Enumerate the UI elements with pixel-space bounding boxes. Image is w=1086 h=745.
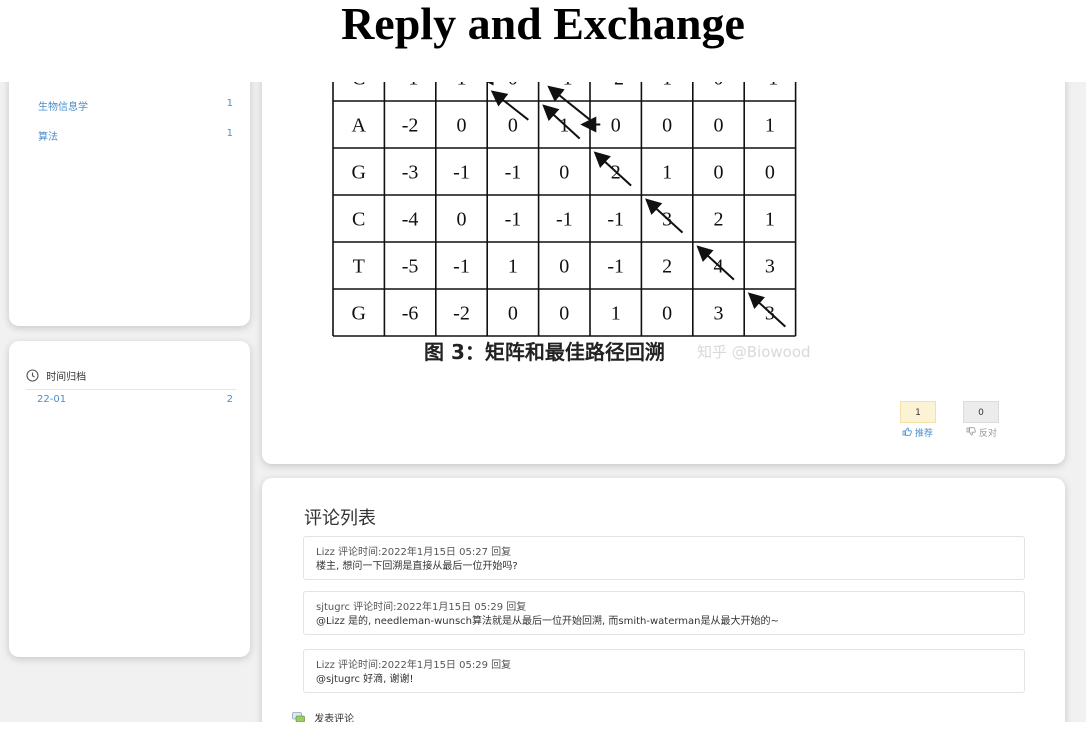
matrix-cell: -2 — [402, 115, 419, 137]
matrix-cell: 1 — [611, 303, 621, 325]
matrix-cell: 0 — [457, 115, 467, 137]
matrix-cell: 0 — [559, 303, 569, 325]
archive-header: 时间归档 — [26, 368, 236, 390]
clock-icon — [26, 369, 39, 385]
matrix-cell: -1 — [556, 82, 573, 90]
matrix-cell: -1 — [607, 209, 624, 231]
matrix-cell: 0 — [662, 303, 672, 325]
matrix-cell: -1 — [505, 209, 522, 231]
post-comment-link[interactable]: 发表评论 — [292, 710, 354, 722]
matrix-cell: -1 — [453, 162, 470, 184]
comment-body: @Lizz 是的, needleman-wunsch算法就是从最后一位开始回溯,… — [316, 616, 779, 627]
comment-item: Lizz 评论时间:2022年1月15日 05:29 回复 @sjtugrc 好… — [303, 649, 1025, 693]
comment-item: sjtugrc 评论时间:2022年1月15日 05:29 回复 @Lizz 是… — [303, 591, 1025, 635]
matrix-cell: 0 — [457, 209, 467, 231]
post-comment-label: 发表评论 — [314, 714, 355, 722]
matrix-cell: 2 — [662, 256, 672, 278]
recommend-label: 推荐 — [914, 429, 933, 439]
recommend-count: 1 — [900, 401, 936, 423]
oppose-button[interactable]: 反对 — [966, 426, 997, 439]
matrix-cell: 0 — [559, 256, 569, 278]
matrix-cell: 3 — [714, 303, 724, 325]
matrix-cell: 0 — [508, 303, 518, 325]
comment-meta[interactable]: sjtugrc 评论时间:2022年1月15日 05:29 回复 — [316, 598, 526, 613]
comments-panel: 评论列表 Lizz 评论时间:2022年1月15日 05:27 回复 楼主, 想… — [262, 478, 1065, 722]
archive-title: 时间归档 — [46, 372, 87, 383]
comment-meta[interactable]: Lizz 评论时间:2022年1月15日 05:29 回复 — [316, 656, 511, 671]
oppose-count: 0 — [963, 401, 999, 423]
comment-meta[interactable]: Lizz 评论时间:2022年1月15日 05:27 回复 — [316, 543, 511, 558]
matrix-cell: 0 — [559, 162, 569, 184]
comment-bubble-icon — [292, 712, 305, 722]
oppose-label: 反对 — [978, 429, 997, 439]
matrix-cell: -1 — [607, 256, 624, 278]
matrix-cell: -1 — [556, 209, 573, 231]
matrix-cell: 0 — [765, 162, 775, 184]
comment-body: @sjtugrc 好滴, 谢谢! — [316, 674, 414, 685]
category-label: 算法 — [38, 132, 58, 143]
matrix-cell: 3 — [765, 256, 775, 278]
matrix-cell: 0 — [508, 82, 518, 90]
matrix-cell: 0 — [662, 115, 672, 137]
comment-item: Lizz 评论时间:2022年1月15日 05:27 回复 楼主, 想问一下回溯… — [303, 536, 1025, 580]
matrix-cell: 2 — [714, 209, 724, 231]
matrix-cell: -1 — [453, 256, 470, 278]
category-item[interactable]: 生物信息学 1 — [38, 98, 233, 116]
category-item[interactable]: 算法 1 — [38, 128, 233, 146]
page-screenshot: 生物信息学 1 算法 1 时间归档 22-01 2 C -1 1 0 -1 -2 1 0 -1 A… — [0, 82, 1086, 722]
comments-title: 评论列表 — [304, 508, 376, 529]
recommend-button[interactable]: 推荐 — [902, 426, 933, 439]
matrix-row-label: T — [353, 256, 365, 278]
archive-label: 22-01 — [37, 394, 67, 405]
category-count: 1 — [226, 98, 233, 109]
matrix-cell: -2 — [607, 82, 624, 90]
matrix-cell: -3 — [402, 162, 419, 184]
thumbs-down-icon — [966, 427, 979, 439]
matrix-row-label: C — [352, 82, 365, 90]
watermark: 知乎 @Biowood — [697, 343, 811, 361]
figure-caption: 图 3：矩阵和最佳路径回溯 — [424, 340, 665, 364]
page-title: Reply and Exchange — [341, 0, 745, 49]
matrix-cell: 0 — [714, 162, 724, 184]
matrix-cell: -6 — [402, 303, 419, 325]
matrix-cell: 0 — [611, 115, 621, 137]
alignment-matrix-figure: C -1 1 0 -1 -2 1 0 -1 A -2 0 0 1 0 0 0 1 G -3 -1 -1 0 2 1 0 0 C -4 0 -… — [332, 82, 868, 344]
matrix-cell: -2 — [453, 303, 470, 325]
matrix-cell: -1 — [505, 162, 522, 184]
article-panel: C -1 1 0 -1 -2 1 0 -1 A -2 0 0 1 0 0 0 1 G -3 -1 -1 0 2 1 0 0 C -4 0 -… — [262, 82, 1065, 464]
category-count: 1 — [226, 128, 233, 139]
archive-count: 2 — [226, 394, 233, 405]
matrix-row-label: C — [352, 209, 365, 231]
matrix-cell: 1 — [662, 82, 672, 90]
matrix-cell: -1 — [762, 82, 779, 90]
matrix-cell: 1 — [765, 209, 775, 231]
matrix-cell: 0 — [508, 115, 518, 137]
category-label: 生物信息学 — [38, 102, 88, 113]
matrix-cell: 1 — [765, 115, 775, 137]
category-panel: 生物信息学 1 算法 1 — [9, 82, 250, 326]
matrix-cell: 1 — [508, 256, 518, 278]
matrix-cell: 1 — [457, 82, 467, 90]
comment-body: 楼主, 想问一下回溯是直接从最后一位开始吗? — [316, 561, 518, 572]
archive-item[interactable]: 22-01 2 — [37, 394, 233, 405]
alignment-matrix: C -1 1 0 -1 -2 1 0 -1 A -2 0 0 1 0 0 0 1 G -3 -1 -1 0 2 1 0 0 C -4 0 -… — [332, 82, 797, 337]
matrix-row-label: A — [351, 115, 366, 137]
matrix-cell: 0 — [714, 115, 724, 137]
matrix-cell: 0 — [714, 82, 724, 90]
thumbs-up-icon — [902, 427, 915, 439]
matrix-cell: -4 — [402, 209, 419, 231]
matrix-cell: 1 — [662, 162, 672, 184]
matrix-row-label: G — [351, 303, 365, 325]
matrix-row-label: G — [351, 162, 365, 184]
matrix-cell: -5 — [402, 256, 419, 278]
matrix-cell: -1 — [402, 82, 419, 90]
archive-panel: 时间归档 22-01 2 — [9, 341, 250, 657]
